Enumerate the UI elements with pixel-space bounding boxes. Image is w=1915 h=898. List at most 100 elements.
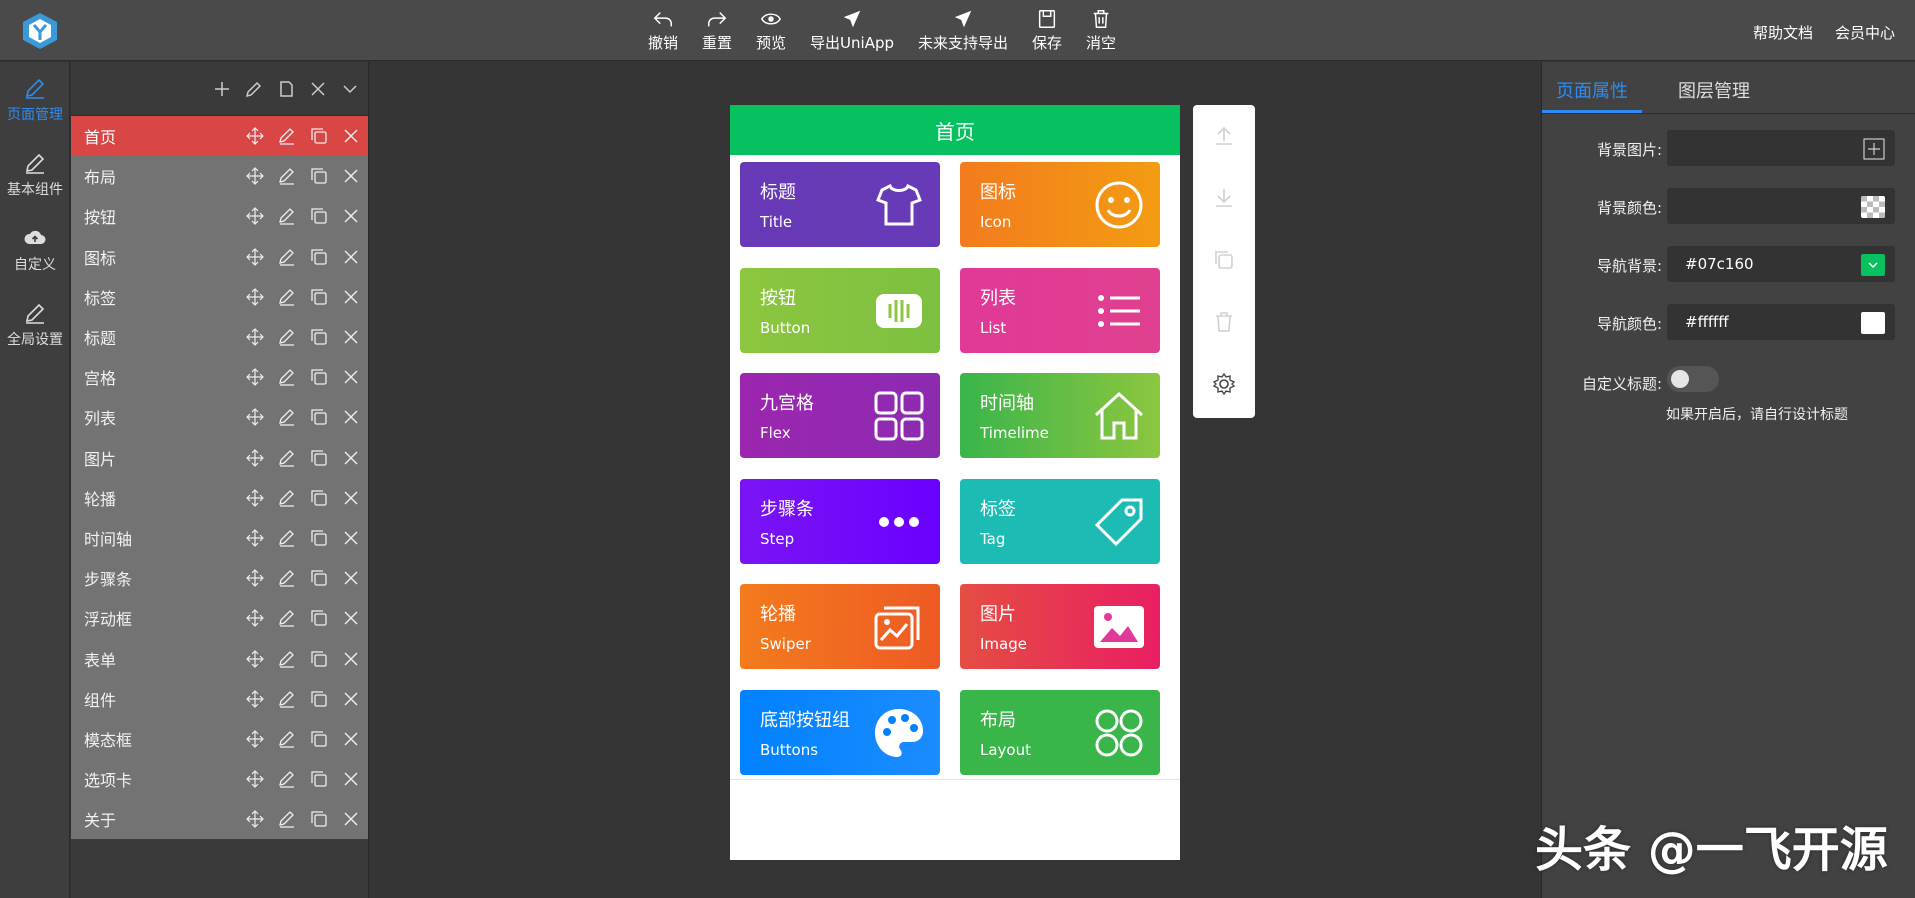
move-down-icon[interactable] — [1211, 185, 1237, 211]
delete-icon[interactable] — [1211, 309, 1237, 335]
copy-icon[interactable] — [310, 529, 328, 547]
edit-icon[interactable] — [278, 529, 296, 547]
component-card[interactable]: 列表 List — [960, 267, 1160, 353]
edit-icon[interactable] — [278, 408, 296, 427]
nav-basic-components[interactable]: 基本组件 — [0, 137, 70, 212]
help-docs-link[interactable]: 帮助文档 — [1753, 22, 1813, 43]
page-row[interactable]: 模态框 — [71, 719, 368, 759]
page-row[interactable]: 表单 — [71, 638, 368, 678]
edit-icon[interactable] — [278, 489, 296, 507]
nav-custom[interactable]: 自定义 — [0, 212, 70, 287]
bg-image-field[interactable] — [1667, 130, 1895, 166]
close-icon[interactable] — [342, 690, 360, 708]
copy-icon[interactable] — [310, 328, 328, 346]
edit-icon[interactable] — [278, 288, 296, 306]
nav-global-settings[interactable]: 全局设置 — [0, 287, 70, 362]
component-card[interactable]: 图片 Image — [960, 584, 1160, 669]
edit-icon[interactable] — [278, 368, 296, 386]
edit-icon[interactable] — [278, 609, 296, 627]
plus-icon[interactable] — [212, 79, 232, 99]
move-icon[interactable] — [246, 448, 264, 467]
nav-page-management[interactable]: 页面管理 — [0, 62, 70, 137]
page-row[interactable]: 列表 — [71, 397, 368, 437]
component-card[interactable]: 标签 Tag — [960, 478, 1160, 564]
nav-color-field[interactable]: #ffffff — [1667, 304, 1895, 340]
close-icon[interactable] — [342, 368, 360, 386]
edit-icon[interactable] — [278, 770, 296, 788]
chevron-down-icon[interactable] — [340, 79, 360, 99]
close-icon[interactable] — [342, 328, 360, 346]
edit-icon[interactable] — [278, 690, 296, 708]
page-row[interactable]: 标题 — [71, 317, 368, 357]
edit-icon[interactable] — [244, 79, 264, 99]
move-icon[interactable] — [246, 408, 264, 427]
undo-button[interactable]: 撤销 — [648, 8, 678, 56]
tab-layer-management[interactable]: 图层管理 — [1664, 62, 1764, 113]
copy-icon[interactable] — [310, 248, 328, 266]
copy-icon[interactable] — [310, 810, 328, 828]
page-row[interactable]: 布局 — [71, 156, 368, 196]
close-icon[interactable] — [342, 449, 360, 467]
nav-bg-field[interactable]: #07c160 — [1667, 246, 1895, 282]
duplicate-icon[interactable] — [1211, 247, 1237, 273]
page-row[interactable]: 轮播 — [71, 478, 368, 518]
export-uniapp-button[interactable]: 导出UniApp — [810, 8, 894, 56]
copy-icon[interactable] — [310, 730, 328, 748]
move-icon[interactable] — [246, 207, 264, 226]
component-card[interactable]: 轮播 Swiper — [740, 584, 940, 669]
copy-icon[interactable] — [310, 408, 328, 426]
copy-icon[interactable] — [310, 207, 328, 225]
close-icon[interactable] — [342, 207, 360, 225]
add-image-icon[interactable] — [1863, 138, 1885, 160]
nav-bg-swatch-icon[interactable] — [1861, 254, 1885, 276]
close-icon[interactable] — [342, 609, 360, 627]
page-row[interactable]: 宫格 — [71, 357, 368, 397]
move-icon[interactable] — [246, 247, 264, 266]
move-icon[interactable] — [246, 127, 264, 145]
move-icon[interactable] — [246, 569, 264, 588]
settings-gear-icon[interactable] — [1211, 371, 1237, 397]
close-icon[interactable] — [342, 730, 360, 748]
edit-icon[interactable] — [278, 650, 296, 668]
page-row[interactable]: 关于 — [71, 799, 368, 839]
bg-color-field[interactable] — [1667, 188, 1895, 224]
component-card[interactable]: 底部按钮组 Buttons — [740, 689, 940, 775]
copy-file-icon[interactable] — [276, 79, 296, 99]
page-row[interactable]: 步骤条 — [71, 558, 368, 598]
copy-icon[interactable] — [310, 489, 328, 507]
page-row[interactable]: 浮动框 — [71, 598, 368, 638]
copy-icon[interactable] — [310, 650, 328, 668]
page-row[interactable]: 按钮 — [71, 196, 368, 236]
move-icon[interactable] — [246, 689, 264, 708]
copy-icon[interactable] — [310, 770, 328, 788]
move-up-icon[interactable] — [1211, 123, 1237, 149]
phone-preview[interactable]: 首页 标题 Title 图标 Icon 按钮 Button 列表 List 九宫… — [730, 105, 1180, 860]
close-icon[interactable] — [342, 408, 360, 426]
close-icon[interactable] — [342, 529, 360, 547]
close-icon[interactable] — [342, 810, 360, 828]
move-icon[interactable] — [246, 770, 264, 788]
copy-icon[interactable] — [310, 288, 328, 306]
move-icon[interactable] — [246, 488, 264, 507]
move-icon[interactable] — [246, 287, 264, 306]
close-icon[interactable] — [342, 650, 360, 668]
move-icon[interactable] — [246, 810, 264, 829]
clear-button[interactable]: 消空 — [1086, 8, 1116, 56]
tab-page-properties[interactable]: 页面属性 — [1542, 62, 1642, 113]
transparent-swatch-icon[interactable] — [1861, 196, 1885, 218]
page-row[interactable]: 选项卡 — [71, 759, 368, 799]
move-icon[interactable] — [246, 368, 264, 387]
edit-icon[interactable] — [278, 449, 296, 467]
copy-icon[interactable] — [310, 167, 328, 185]
move-icon[interactable] — [246, 730, 264, 748]
page-row[interactable]: 图片 — [71, 438, 368, 478]
custom-title-toggle[interactable] — [1667, 366, 1719, 392]
page-row[interactable]: 时间轴 — [71, 518, 368, 558]
page-row[interactable]: 图标 — [71, 237, 368, 277]
close-icon[interactable] — [342, 127, 360, 145]
component-card[interactable]: 按钮 Button — [740, 267, 940, 353]
close-icon[interactable] — [342, 167, 360, 185]
component-card[interactable]: 图标 Icon — [960, 162, 1160, 247]
preview-button[interactable]: 预览 — [756, 8, 786, 56]
close-icon[interactable] — [308, 79, 328, 99]
